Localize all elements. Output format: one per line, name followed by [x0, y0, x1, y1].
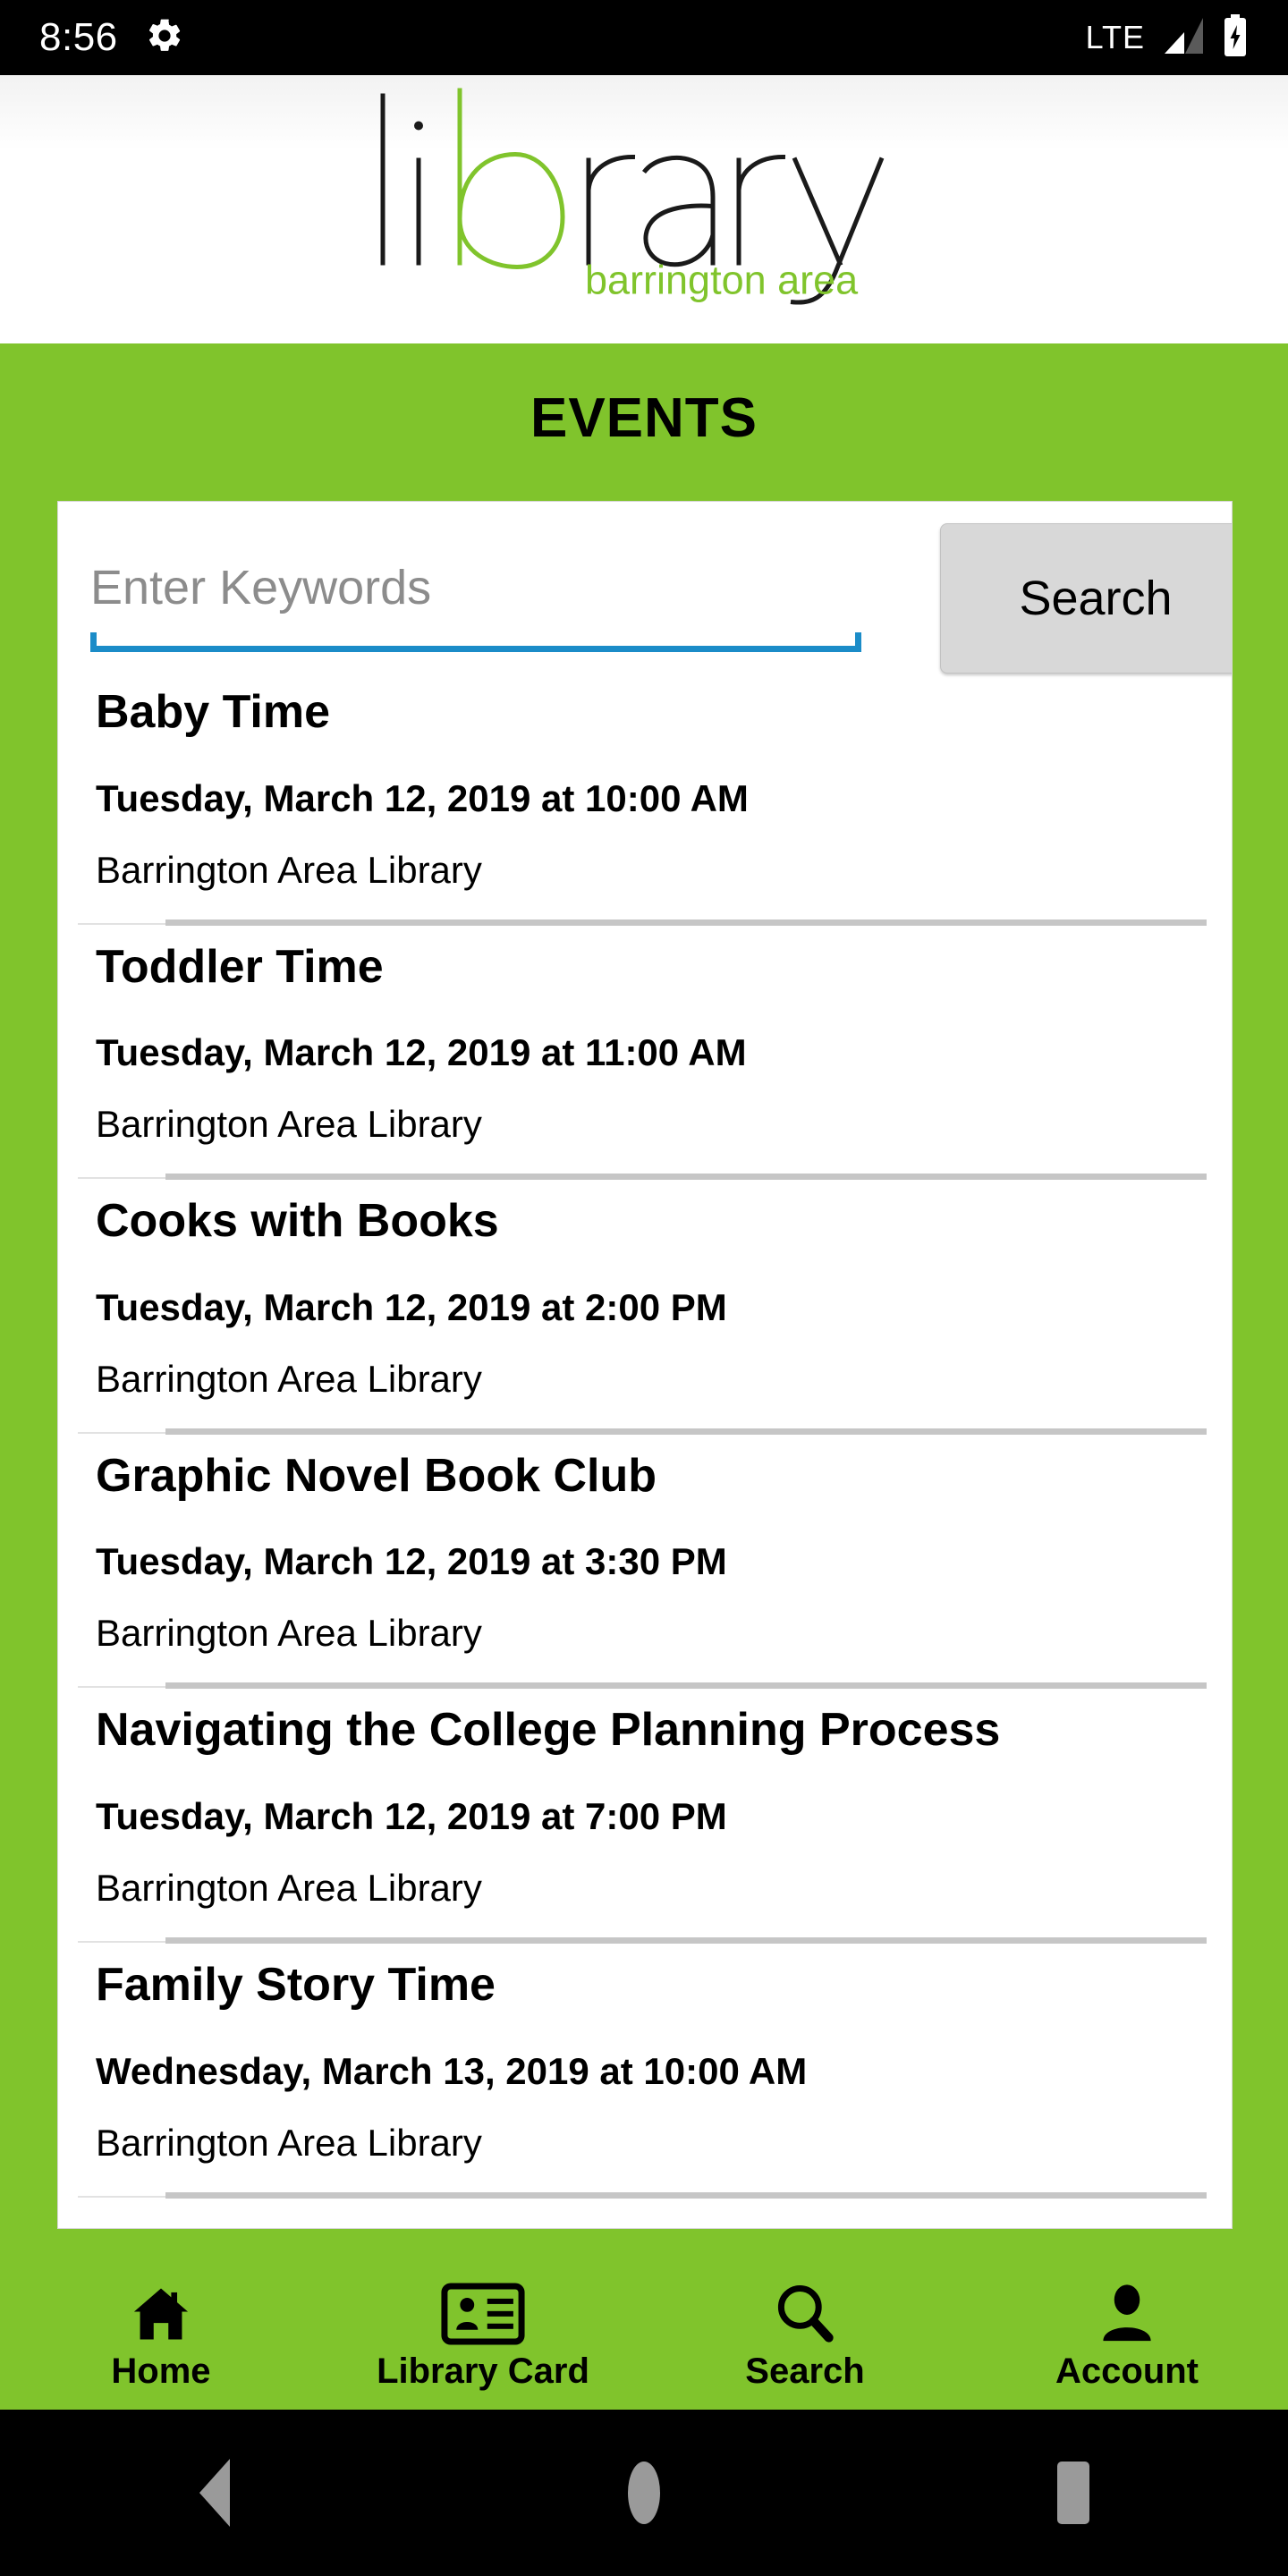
tab-label: Home [111, 2351, 211, 2391]
system-navigation-bar [0, 2410, 1288, 2576]
event-title: Toddler Time [96, 940, 384, 993]
list-item[interactable]: Graphic Novel Book Club Tuesday, March 1… [58, 1436, 1232, 1690]
list-divider [58, 1682, 1232, 1690]
event-title: Navigating the College Planning Process [96, 1704, 1001, 1757]
search-icon [768, 2278, 842, 2348]
list-item[interactable]: Navigating the College Planning Process … [58, 1690, 1232, 1945]
search-input[interactable] [90, 541, 833, 634]
tab-account[interactable]: Account [966, 2258, 1288, 2410]
page-title: EVENTS [530, 387, 758, 449]
list-item[interactable]: Toddler Time Tuesday, March 12, 2019 at … [58, 927, 1232, 1182]
list-item[interactable]: Cooks with Books Tuesday, March 12, 2019… [58, 1181, 1232, 1436]
tab-home[interactable]: Home [0, 2258, 322, 2410]
event-datetime: Tuesday, March 12, 2019 at 10:00 AM [96, 776, 749, 819]
signal-bars-icon [1161, 16, 1206, 60]
list-divider [58, 1174, 1232, 1181]
search-row: Search [58, 502, 1232, 674]
library-logo: barrington area [367, 87, 921, 333]
list-item[interactable]: Baby Time Tuesday, March 12, 2019 at 10:… [58, 672, 1232, 927]
recents-square-icon[interactable] [859, 2462, 1288, 2524]
event-title: Cooks with Books [96, 1195, 499, 1248]
tab-library-card[interactable]: Library Card [322, 2258, 644, 2410]
list-divider [58, 1936, 1232, 1945]
status-bar-left: 8:56 [39, 16, 184, 60]
battery-charging-icon [1222, 13, 1249, 62]
list-divider [58, 2191, 1232, 2199]
event-title: Graphic Novel Book Club [96, 1449, 657, 1502]
event-location: Barrington Area Library [96, 1612, 482, 1655]
event-datetime: Tuesday, March 12, 2019 at 7:00 PM [96, 1794, 727, 1837]
event-datetime: Tuesday, March 12, 2019 at 3:30 PM [96, 1540, 727, 1583]
status-clock: 8:56 [39, 15, 118, 59]
svg-text:barrington area: barrington area [585, 258, 859, 303]
event-location: Barrington Area Library [96, 1103, 482, 1146]
list-divider [58, 919, 1232, 927]
event-datetime: Tuesday, March 12, 2019 at 11:00 AM [96, 1031, 747, 1074]
network-type-label: LTE [1085, 19, 1145, 55]
tab-label: Account [1055, 2351, 1199, 2391]
event-title: Family Story Time [96, 1958, 496, 2011]
tab-label: Search [745, 2351, 865, 2391]
event-location: Barrington Area Library [96, 1866, 482, 1909]
gear-icon [145, 16, 184, 60]
status-bar: 8:56 LTE [0, 0, 1288, 75]
event-datetime: Tuesday, March 12, 2019 at 2:00 PM [96, 1285, 727, 1328]
app-logo-header: barrington area [0, 75, 1288, 343]
bottom-tab-bar: Home Library Card Search Account [0, 2258, 1288, 2410]
event-location: Barrington Area Library [96, 2121, 482, 2164]
library-card-icon [440, 2278, 526, 2348]
back-triangle-icon[interactable] [0, 2459, 429, 2527]
search-button[interactable]: Search [940, 523, 1232, 674]
account-person-icon [1092, 2278, 1162, 2348]
phone-screen: 8:56 LTE barrington area EVENTS Enter Ke… [0, 0, 1288, 2576]
status-bar-right: LTE [1085, 13, 1249, 62]
event-datetime: Wednesday, March 13, 2019 at 10:00 AM [96, 2049, 808, 2092]
event-location: Barrington Area Library [96, 848, 482, 891]
events-list: Baby Time Tuesday, March 12, 2019 at 10:… [58, 672, 1232, 2199]
home-circle-icon[interactable] [429, 2462, 859, 2524]
list-item[interactable]: Family Story Time Wednesday, March 13, 2… [58, 1945, 1232, 2199]
event-location: Barrington Area Library [96, 1357, 482, 1400]
tab-label: Library Card [377, 2351, 589, 2391]
tab-search[interactable]: Search [644, 2258, 966, 2410]
event-title: Baby Time [96, 686, 331, 738]
list-divider [58, 1428, 1232, 1436]
events-card: Search Baby Time Tuesday, March 12, 2019… [57, 501, 1233, 2229]
home-icon [123, 2278, 199, 2348]
search-input-wrap [90, 521, 861, 665]
search-input-underline [90, 632, 861, 652]
